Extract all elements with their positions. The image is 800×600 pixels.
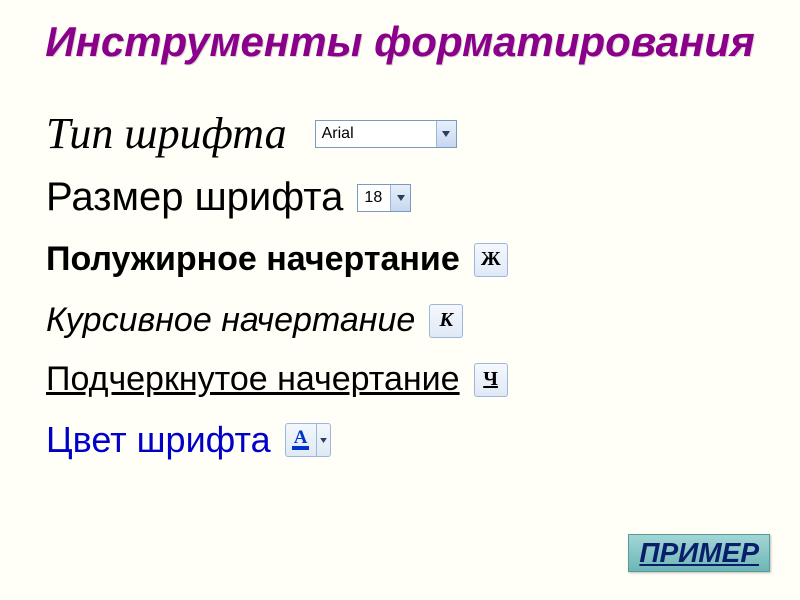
font-color-button[interactable]: А (285, 423, 331, 457)
row-underline: Подчеркнутое начертание Ч (0, 360, 800, 399)
chevron-down-icon (390, 185, 410, 211)
row-font-size: Размер шрифта 18 (0, 175, 800, 220)
row-font-color: Цвет шрифта А (0, 419, 800, 461)
row-italic: Курсивное начертание К (0, 301, 800, 340)
row-font-type: Тип шрифта Arial (0, 108, 800, 159)
italic-glyph: К (440, 309, 454, 332)
label-font-type: Тип шрифта (46, 108, 287, 159)
label-font-color: Цвет шрифта (46, 419, 271, 461)
bold-glyph: Ж (481, 248, 501, 271)
font-type-dropdown[interactable]: Arial (315, 120, 457, 148)
chevron-down-icon (436, 121, 456, 147)
slide-title: Инструменты форматирования (0, 0, 800, 66)
label-font-size: Размер шрифта (46, 175, 343, 220)
font-size-dropdown[interactable]: 18 (357, 184, 411, 212)
row-bold: Полужирное начертание Ж (0, 240, 800, 279)
label-bold: Полужирное начертание (46, 240, 460, 279)
font-color-glyph: А (292, 430, 310, 450)
underline-glyph: Ч (483, 368, 498, 391)
label-italic: Курсивное начертание (46, 301, 415, 340)
label-underline: Подчеркнутое начертание (46, 360, 460, 399)
bold-button[interactable]: Ж (474, 243, 508, 277)
font-size-value: 18 (358, 185, 390, 211)
font-type-value: Arial (316, 121, 436, 147)
font-color-main: А (286, 424, 316, 456)
underline-button[interactable]: Ч (474, 363, 508, 397)
chevron-down-icon[interactable] (316, 424, 330, 456)
italic-button[interactable]: К (429, 304, 463, 338)
example-button[interactable]: ПРИМЕР (628, 534, 770, 572)
